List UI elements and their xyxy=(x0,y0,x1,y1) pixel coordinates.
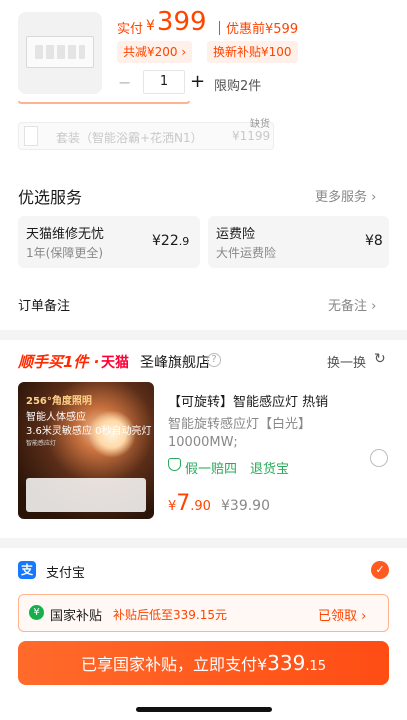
alipay-icon: 支 xyxy=(18,561,36,579)
subsidy-name: 国家补贴 xyxy=(50,609,103,624)
bundle-price: ¥1199 xyxy=(232,129,271,143)
help-icon[interactable]: ? xyxy=(207,353,221,367)
pay-price: ¥399 xyxy=(146,7,207,37)
addon-brand-label: 顺手买1件 · xyxy=(18,353,100,371)
pay-now-button[interactable]: 已享国家补贴，立即支付¥339.15 xyxy=(18,641,389,685)
order-note-label: 订单备注 xyxy=(18,299,71,314)
services-title: 优选服务 xyxy=(18,188,83,207)
discount-tag[interactable]: 共减¥200 › xyxy=(117,41,193,63)
addon-select-radio[interactable] xyxy=(370,449,388,467)
subsidy-status[interactable]: 已领取 › xyxy=(318,605,366,624)
service-price: ¥8 xyxy=(365,233,383,249)
product-thumbnail[interactable] xyxy=(18,12,102,94)
selected-sku-underline xyxy=(18,101,190,104)
original-price: 优惠前¥599 xyxy=(226,22,299,37)
addon-product-title[interactable]: 【可旋转】智能感应灯 热销 xyxy=(168,391,328,410)
guarantee-fake-compensation: 假一赔四 xyxy=(185,462,238,477)
addon-product-variant: 智能旋转感应灯【白光】 xyxy=(168,417,312,432)
section-separator xyxy=(0,538,407,548)
subsidy-tag: 换新补贴¥100 xyxy=(207,41,298,63)
payment-method-label[interactable]: 支付宝 xyxy=(46,562,85,581)
addon-product-image[interactable]: 256°角度照明 智能人体感应 3.6米灵敏感应 0秒自动亮灯 智能感应灯 xyxy=(18,382,154,519)
service-title: 天猫维修无忧 xyxy=(26,227,105,242)
service-title: 运费险 xyxy=(216,227,256,242)
service-subtitle: 1年(保障更全) xyxy=(26,246,103,260)
quantity-input[interactable]: 1 xyxy=(143,70,185,94)
tmall-logo: 天猫 xyxy=(101,355,129,371)
bundle-name: 套装（智能浴霸+花洒N1） xyxy=(56,131,203,145)
check-icon[interactable]: ✓ xyxy=(371,561,389,579)
quantity-increase-button[interactable]: + xyxy=(190,71,205,92)
addon-original-price: ¥39.90 xyxy=(221,498,270,514)
service-price: ¥22.9 xyxy=(152,233,190,249)
shop-name[interactable]: 圣峰旗舰店 xyxy=(140,352,210,372)
home-indicator xyxy=(136,707,272,712)
pay-label: 实付 xyxy=(117,22,144,37)
section-separator xyxy=(0,330,407,340)
bundle-thumbnail xyxy=(24,126,38,146)
swap-button[interactable]: 换一换 xyxy=(327,352,366,371)
subsidy-icon: ¥ xyxy=(29,605,44,620)
service-subtitle: 大件运费险 xyxy=(216,246,277,260)
price-divider xyxy=(219,21,220,35)
addon-product-spec: 10000MW; xyxy=(168,435,238,450)
guarantee-return-insurance: 退货宝 xyxy=(250,462,290,477)
refresh-icon[interactable]: ↻ xyxy=(374,351,386,367)
subsidy-description: 补贴后低至339.15元 xyxy=(113,608,227,622)
addon-price: ¥7.90 xyxy=(168,491,211,516)
purchase-limit: 限购2件 xyxy=(214,79,262,94)
quantity-decrease-button[interactable]: − xyxy=(118,73,131,92)
shield-icon xyxy=(168,458,181,471)
more-services-link[interactable]: 更多服务 › xyxy=(315,186,376,205)
bundle-stock-status: 缺货 xyxy=(250,119,270,130)
order-note-value[interactable]: 无备注 › xyxy=(328,295,376,314)
